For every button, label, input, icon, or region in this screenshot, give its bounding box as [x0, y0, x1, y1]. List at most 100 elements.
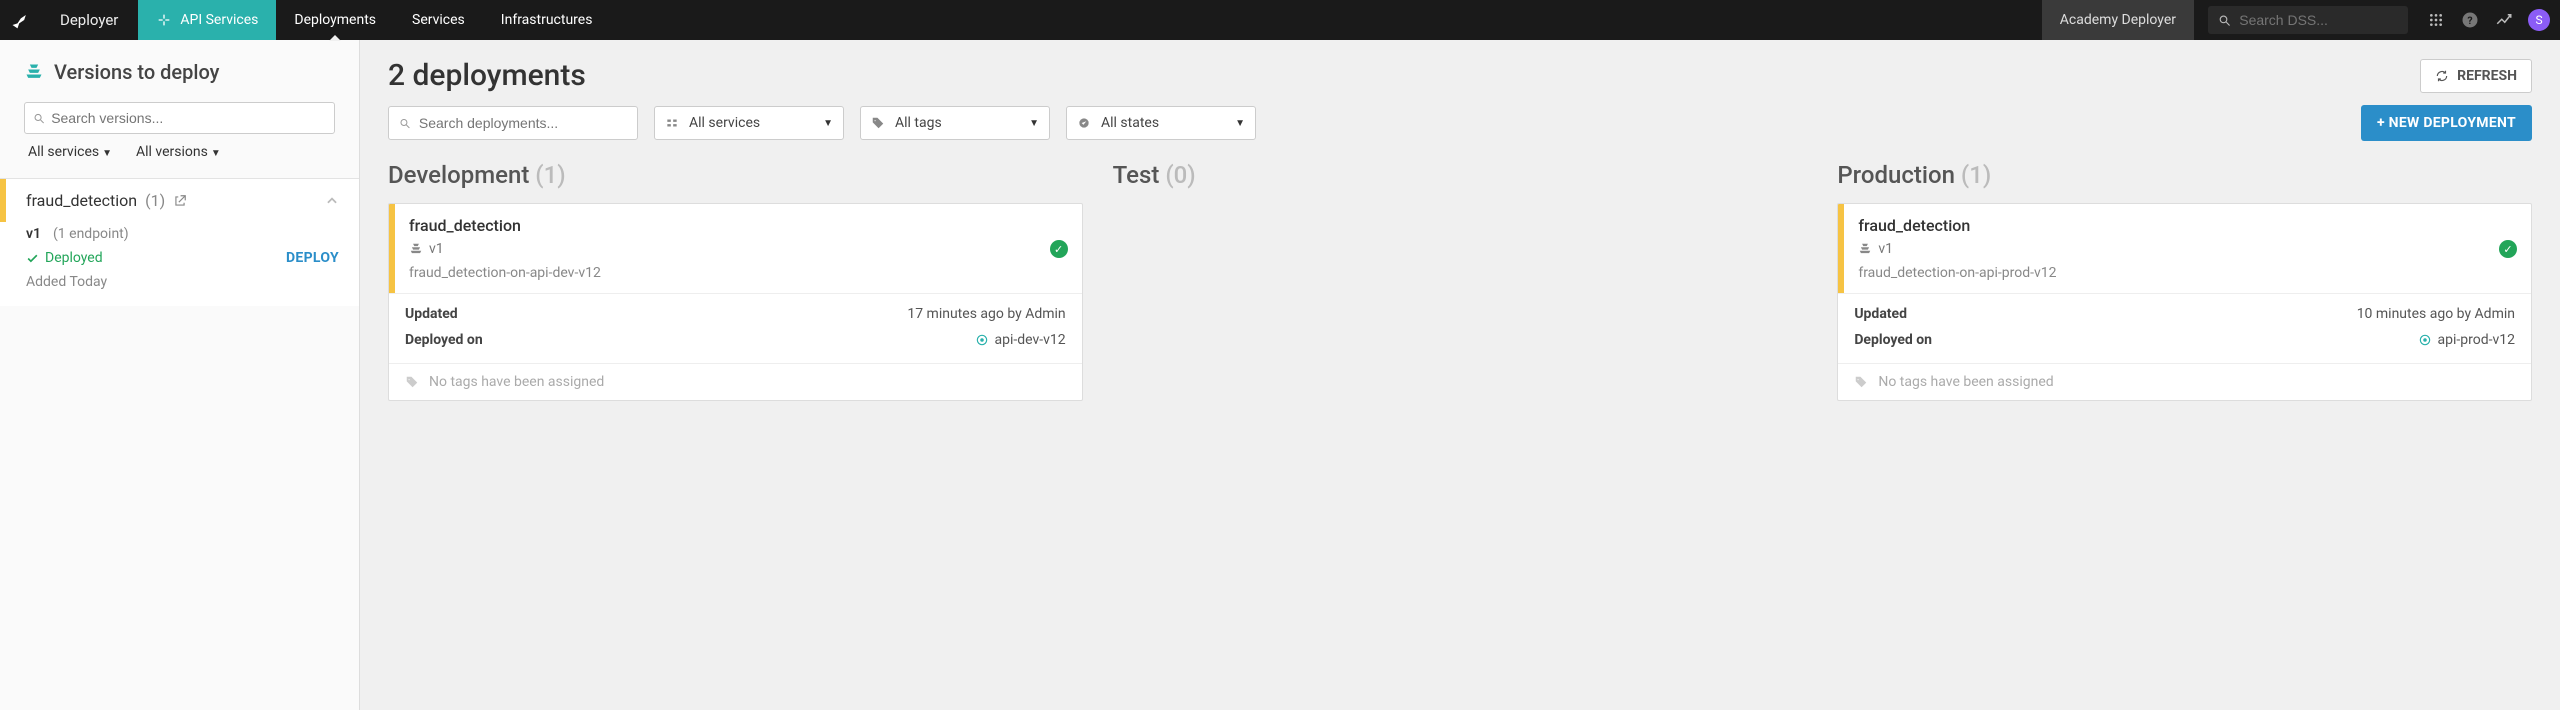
api-icon: [156, 12, 172, 28]
sidebar: Versions to deploy All services▼ All ver…: [0, 40, 360, 710]
card-url: fraud_detection-on-api-dev-v12: [409, 265, 1066, 281]
status-ok-icon: ✓: [2499, 240, 2517, 258]
tab-services[interactable]: Services: [394, 0, 483, 40]
card-version: v1: [429, 241, 444, 257]
avatar-initial: S: [2535, 13, 2542, 27]
help-icon[interactable]: ?: [2456, 6, 2484, 34]
check-icon: [26, 252, 39, 265]
dropdown-label: All services: [689, 115, 760, 131]
infra-icon: [975, 333, 989, 347]
infra-link[interactable]: api-prod-v12: [2418, 332, 2516, 348]
refresh-button[interactable]: REFRESH: [2420, 59, 2532, 93]
tag-icon: [871, 116, 885, 130]
column-title: Production: [1837, 161, 1955, 189]
column-development: Development (1) fraud_detection v1 fraud…: [388, 161, 1083, 401]
tab-label: Deployments: [294, 12, 376, 28]
tab-infrastructures[interactable]: Infrastructures: [483, 0, 611, 40]
search-deployments-input[interactable]: [419, 115, 627, 131]
new-deployment-button[interactable]: + NEW DEPLOYMENT: [2361, 105, 2532, 141]
svg-text:?: ?: [2467, 14, 2472, 27]
column-production: Production (1) fraud_detection v1 fraud_…: [1837, 161, 2532, 401]
tab-label: Services: [412, 12, 465, 28]
activity-icon[interactable]: [2490, 6, 2518, 34]
card-title: fraud_detection: [409, 216, 1066, 235]
context-label: Academy Deployer: [2060, 12, 2176, 28]
column-count: (1): [535, 161, 565, 189]
dropdown-label: All tags: [895, 115, 942, 131]
dropdown-tags[interactable]: All tags ▼: [860, 106, 1050, 140]
filter-services[interactable]: All services▼: [28, 144, 112, 160]
deployment-card[interactable]: fraud_detection v1 fraud_detection-on-ap…: [1837, 203, 2532, 401]
version-icon: [409, 242, 423, 256]
status-ok-icon: ✓: [1050, 240, 1068, 258]
tab-api-services[interactable]: API Services: [138, 0, 276, 40]
dropdown-states[interactable]: All states ▼: [1066, 106, 1256, 140]
refresh-icon: [2435, 69, 2449, 83]
column-test: Test (0): [1113, 161, 1808, 203]
infra-link[interactable]: api-dev-v12: [975, 332, 1066, 348]
service-item: fraud_detection (1) v1 (1 endpoint): [0, 178, 359, 306]
sidebar-title: Versions to deploy: [54, 60, 219, 84]
column-title: Test: [1113, 161, 1160, 189]
user-avatar[interactable]: S: [2528, 9, 2550, 31]
filter-versions[interactable]: All versions▼: [136, 144, 221, 160]
deployment-card[interactable]: fraud_detection v1 fraud_detection-on-ap…: [388, 203, 1083, 401]
service-count: (1): [145, 191, 165, 210]
tab-label: API Services: [180, 12, 258, 28]
added-label: Added Today: [26, 274, 339, 290]
updated-label: Updated: [1854, 306, 1974, 322]
search-icon: [399, 117, 411, 130]
service-name: fraud_detection: [12, 191, 137, 210]
service-icon: [665, 116, 679, 130]
global-search-input[interactable]: [2239, 12, 2398, 28]
card-title: fraud_detection: [1858, 216, 2515, 235]
chevron-up-icon[interactable]: [325, 194, 339, 208]
infra-icon: [2418, 333, 2432, 347]
search-icon: [33, 112, 45, 125]
version-icon: [1858, 242, 1872, 256]
brand-label: Deployer: [40, 11, 138, 29]
global-search[interactable]: [2208, 6, 2408, 34]
tag-icon: [405, 375, 419, 389]
tab-deployments[interactable]: Deployments: [276, 0, 394, 40]
service-header[interactable]: fraud_detection (1): [0, 179, 359, 222]
dropdown-label: All states: [1101, 115, 1159, 131]
deployed-on-label: Deployed on: [405, 332, 525, 351]
deployed-label: Deployed: [45, 250, 103, 266]
state-icon: [1077, 116, 1091, 130]
top-right: Academy Deployer ? S: [2042, 0, 2560, 40]
endpoint-count: (1 endpoint): [53, 226, 129, 242]
bird-icon: [10, 10, 30, 30]
page-title: 2 deployments: [388, 58, 586, 93]
no-tags-label: No tags have been assigned: [1878, 374, 2053, 390]
context-switcher[interactable]: Academy Deployer: [2042, 0, 2194, 40]
filter-label: All versions: [136, 144, 208, 160]
sidebar-search-input[interactable]: [51, 110, 326, 126]
deploy-button[interactable]: DEPLOY: [286, 250, 339, 266]
column-title: Development: [388, 161, 529, 189]
filter-label: All services: [28, 144, 99, 160]
dropdown-services[interactable]: All services ▼: [654, 106, 844, 140]
search-icon: [2218, 13, 2231, 28]
tab-label: Infrastructures: [501, 12, 593, 28]
column-count: (0): [1165, 161, 1195, 189]
updated-value: 10 minutes ago by Admin: [1974, 306, 2515, 322]
app-logo[interactable]: [0, 10, 40, 30]
updated-label: Updated: [405, 306, 525, 322]
deployed-status: Deployed: [26, 250, 103, 266]
column-count: (1): [1961, 161, 1991, 189]
sidebar-search[interactable]: [24, 102, 335, 134]
external-link-icon[interactable]: [173, 194, 187, 208]
no-tags-label: No tags have been assigned: [429, 374, 604, 390]
deployed-on-label: Deployed on: [1854, 332, 1974, 351]
nav-tabs: API Services Deployments Services Infras…: [138, 0, 610, 40]
search-deployments[interactable]: [388, 106, 638, 140]
sidebar-header: Versions to deploy: [0, 40, 359, 96]
versions-icon: [24, 62, 44, 82]
card-version: v1: [1878, 241, 1893, 257]
infra-name: api-prod-v12: [2438, 332, 2516, 348]
main-content: 2 deployments REFRESH All services ▼ All…: [360, 40, 2560, 710]
apps-icon[interactable]: [2422, 6, 2450, 34]
top-bar: Deployer API Services Deployments Servic…: [0, 0, 2560, 40]
refresh-label: REFRESH: [2457, 68, 2517, 84]
